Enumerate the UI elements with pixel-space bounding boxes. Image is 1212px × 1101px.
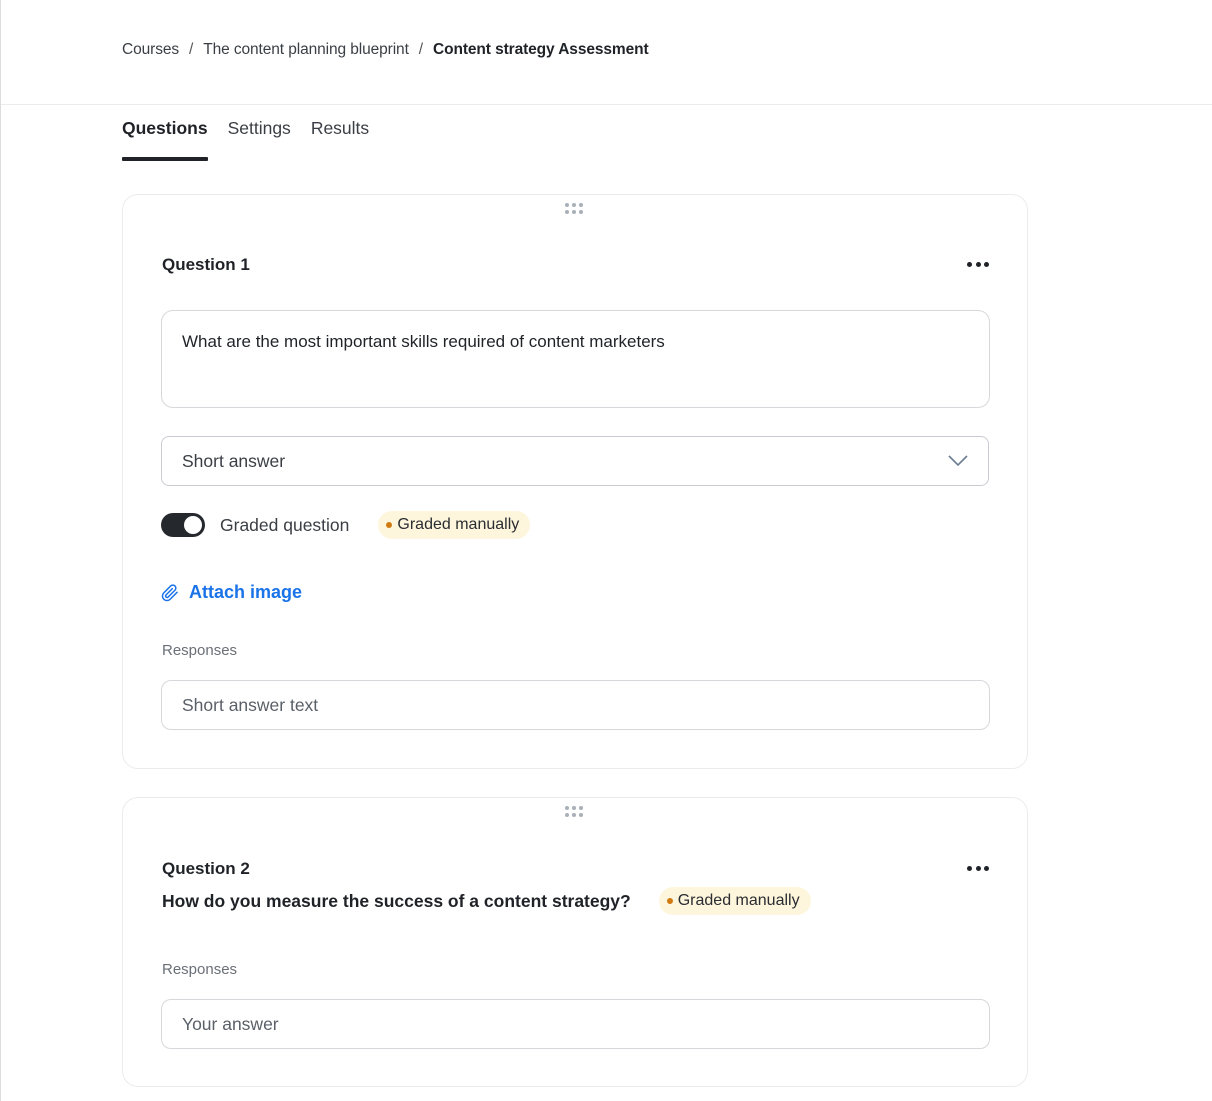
question-card: Question 1 What are the most important s… xyxy=(122,194,1028,769)
responses-label: Responses xyxy=(162,642,238,659)
drag-handle-icon[interactable] xyxy=(565,806,585,818)
question-title: Question 1 xyxy=(162,255,250,274)
drag-handle-icon[interactable] xyxy=(565,203,585,215)
attach-image-button[interactable]: Attach image xyxy=(161,582,302,603)
graded-question-row: Graded question Graded manually xyxy=(161,511,531,539)
breadcrumb-separator: / xyxy=(418,41,424,58)
grading-status-badge: Graded manually xyxy=(658,887,811,915)
chevron-down-icon xyxy=(948,455,968,467)
question-title: Question 2 xyxy=(162,859,250,878)
grading-status-text: Graded manually xyxy=(397,516,520,533)
your-answer-input[interactable]: Your answer xyxy=(161,999,990,1049)
question-text: How do you measure the success of a cont… xyxy=(162,890,631,911)
tab-settings[interactable]: Settings xyxy=(228,118,291,161)
breadcrumb-separator: / xyxy=(189,41,194,58)
status-dot-icon xyxy=(666,898,673,904)
question-text-input[interactable]: What are the most important skills requi… xyxy=(161,310,990,408)
tab-bar: Questions Settings Results xyxy=(122,118,389,161)
tab-results[interactable]: Results xyxy=(311,118,369,161)
breadcrumb-course[interactable]: The content planning blueprint xyxy=(203,41,409,59)
graded-question-toggle[interactable] xyxy=(161,513,205,537)
question-type-select[interactable]: Short answer xyxy=(161,436,989,486)
status-dot-icon xyxy=(386,522,393,528)
grading-status-badge: Graded manually xyxy=(378,511,531,539)
paperclip-icon xyxy=(161,583,178,601)
graded-question-label: Graded question xyxy=(220,514,350,535)
tab-questions[interactable]: Questions xyxy=(122,118,208,161)
more-horizontal-icon[interactable] xyxy=(967,863,989,873)
breadcrumb-current: Content strategy Assessment xyxy=(433,41,649,58)
breadcrumb: Courses / The content planning blueprint… xyxy=(122,41,649,59)
breadcrumb-courses[interactable]: Courses xyxy=(122,41,179,59)
top-bar: Courses / The content planning blueprint… xyxy=(1,0,1212,105)
assessment-editor-page: Courses / The content planning blueprint… xyxy=(0,0,1212,1101)
more-horizontal-icon[interactable] xyxy=(967,259,989,269)
responses-label: Responses xyxy=(162,961,238,978)
question-type-value: Short answer xyxy=(182,450,286,471)
question-text-row: How do you measure the success of a cont… xyxy=(162,887,811,915)
question-card: Question 2 How do you measure the succes… xyxy=(122,797,1028,1087)
attach-image-label: Attach image xyxy=(189,582,303,602)
short-answer-input[interactable]: Short answer text xyxy=(161,680,990,730)
grading-status-text: Graded manually xyxy=(677,892,800,909)
